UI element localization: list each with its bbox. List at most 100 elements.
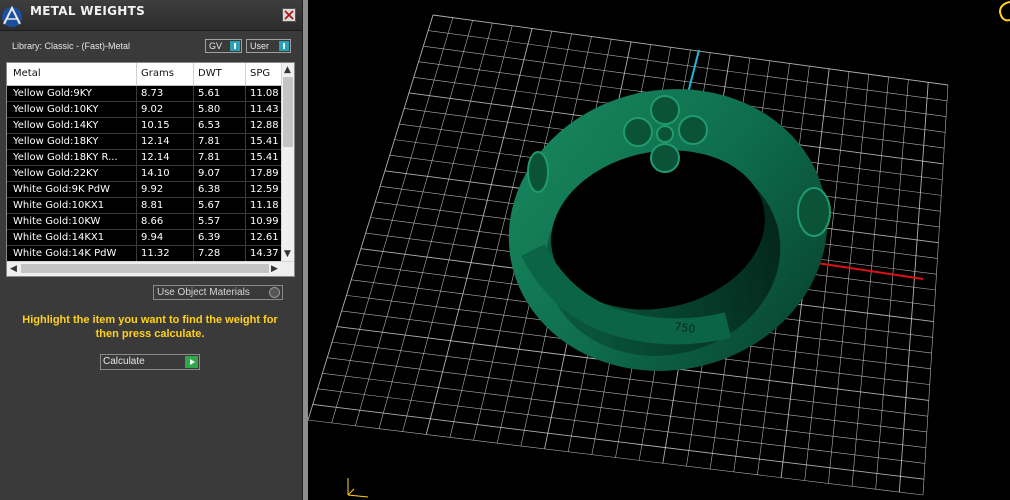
dwt-cell: 7.81 (198, 136, 221, 147)
cell-divider (245, 198, 246, 214)
vertical-scroll-thumb[interactable] (283, 77, 293, 147)
table-row[interactable]: Yellow Gold:18KY 12.14 7.81 15.41 (7, 134, 283, 150)
cell-divider (136, 150, 137, 166)
table-row[interactable]: Yellow Gold:22KY 14.10 9.07 17.89 (7, 166, 283, 182)
radio-button-icon[interactable] (269, 287, 280, 298)
metal-cell: Yellow Gold:18KY (13, 136, 99, 147)
grams-cell: 11.32 (141, 248, 170, 259)
cell-divider (245, 134, 246, 150)
cell-divider (193, 182, 194, 198)
3d-viewport[interactable]: 750 (308, 0, 1010, 500)
cell-divider (245, 86, 246, 102)
cell-divider (245, 150, 246, 166)
column-header-metal[interactable]: Metal (13, 68, 41, 79)
table-row[interactable]: White Gold:9K PdW 9.92 6.38 12.59 (7, 182, 283, 198)
grid-line (922, 84, 949, 496)
use-object-materials-option[interactable]: Use Object Materials (153, 285, 283, 300)
viewport-canvas: 750 (308, 1, 1010, 498)
cell-divider (193, 118, 194, 134)
calculate-button[interactable]: Calculate (100, 354, 200, 370)
table-row[interactable]: Yellow Gold:9KY 8.73 5.61 11.08 (7, 86, 283, 102)
calculate-label: Calculate (103, 356, 145, 367)
instruction-text: Highlight the item you want to find the … (22, 314, 278, 340)
cell-divider (136, 86, 137, 102)
horizontal-scrollbar[interactable]: ◀ ▶ (7, 261, 294, 276)
metal-cell: White Gold:10KX1 (13, 200, 105, 211)
metal-cell: Yellow Gold:9KY (13, 88, 92, 99)
scroll-up-icon[interactable]: ▲ (284, 65, 291, 75)
column-header-dwt[interactable]: DWT (198, 68, 222, 79)
toggle-switch-icon (279, 41, 289, 51)
cell-divider (193, 134, 194, 150)
cell-divider (193, 214, 194, 230)
cell-divider (193, 230, 194, 246)
panel-titlebar: METAL WEIGHTS (0, 0, 302, 31)
cell-divider (136, 198, 137, 214)
close-button[interactable] (282, 8, 296, 22)
user-toggle-label: User (250, 41, 270, 51)
ring-model[interactable]: 750 (482, 60, 853, 400)
cell-divider (136, 134, 137, 150)
dwt-cell: 6.53 (198, 120, 221, 131)
toggle-switch-icon (230, 41, 240, 51)
table-row[interactable]: White Gold:14K PdW 11.32 7.28 14.37 (7, 246, 283, 262)
dwt-cell: 5.61 (198, 88, 221, 99)
metal-cell: White Gold:10KW (13, 216, 101, 227)
table-body: Yellow Gold:9KY 8.73 5.61 11.08 Yellow Gold:… (7, 86, 283, 262)
cell-divider (136, 102, 137, 118)
cell-divider (245, 214, 246, 230)
dwt-cell: 7.81 (198, 152, 221, 163)
table-row[interactable]: White Gold:10KW 8.66 5.57 10.99 (7, 214, 283, 230)
cell-divider (193, 166, 194, 182)
table-row[interactable]: White Gold:10KX1 8.81 5.67 11.18 (7, 198, 283, 214)
table-row[interactable]: Yellow Gold:10KY 9.02 5.80 11.43 (7, 102, 283, 118)
scroll-left-icon[interactable]: ◀ (10, 264, 17, 274)
cell-divider (136, 182, 137, 198)
table-header: Metal Grams DWT SPG (7, 63, 283, 86)
scroll-right-icon[interactable]: ▶ (271, 264, 278, 274)
cell-divider (245, 246, 246, 262)
dwt-cell: 5.57 (198, 216, 221, 227)
cell-divider (245, 182, 246, 198)
cell-divider (245, 230, 246, 246)
column-divider[interactable] (245, 63, 246, 85)
panel-title: METAL WEIGHTS (30, 4, 146, 18)
gv-toggle-label: GV (209, 41, 223, 51)
cell-divider (245, 102, 246, 118)
table-row[interactable]: Yellow Gold:18KY R... 12.14 7.81 15.41 (7, 150, 283, 166)
table-row[interactable]: White Gold:14KX1 9.94 6.39 12.61 (7, 230, 283, 246)
scroll-down-icon[interactable]: ▼ (284, 249, 291, 259)
gv-toggle[interactable]: GV (205, 39, 242, 53)
horizontal-scroll-thumb[interactable] (21, 264, 269, 273)
metal-table: Metal Grams DWT SPG Yellow Gold:9KY 8.73 5… (6, 62, 295, 277)
vertical-scrollbar[interactable]: ▲ ▼ (281, 63, 294, 261)
grams-cell: 9.02 (141, 104, 164, 115)
grams-cell: 9.94 (141, 232, 164, 243)
cell-divider (193, 198, 194, 214)
cell-divider (136, 214, 137, 230)
grams-cell: 12.14 (141, 152, 170, 163)
grams-cell: 8.66 (141, 216, 164, 227)
table-row[interactable]: Yellow Gold:14KY 10.15 6.53 12.88 (7, 118, 283, 134)
grams-cell: 8.73 (141, 88, 164, 99)
column-header-spg[interactable]: SPG (250, 68, 270, 79)
cell-divider (136, 118, 137, 134)
metal-cell: White Gold:9K PdW (13, 184, 110, 195)
close-icon (284, 10, 294, 20)
user-toggle[interactable]: User (246, 39, 291, 53)
column-divider[interactable] (136, 63, 137, 85)
dwt-cell: 6.38 (198, 184, 221, 195)
metal-cell: Yellow Gold:10KY (13, 104, 99, 115)
grams-cell: 10.15 (141, 120, 170, 131)
grams-cell: 9.92 (141, 184, 164, 195)
library-label: Library: Classic - (Fast)-Metal (12, 41, 131, 51)
cell-divider (245, 166, 246, 182)
app-logo-icon (2, 5, 22, 27)
metal-cell: Yellow Gold:18KY R... (13, 152, 118, 163)
column-header-grams[interactable]: Grams (141, 68, 174, 79)
cell-divider (136, 166, 137, 182)
grams-cell: 8.81 (141, 200, 164, 211)
column-divider[interactable] (193, 63, 194, 85)
dwt-cell: 6.39 (198, 232, 221, 243)
metal-weights-panel: METAL WEIGHTS Library: Classic - (Fast)-… (0, 0, 303, 500)
